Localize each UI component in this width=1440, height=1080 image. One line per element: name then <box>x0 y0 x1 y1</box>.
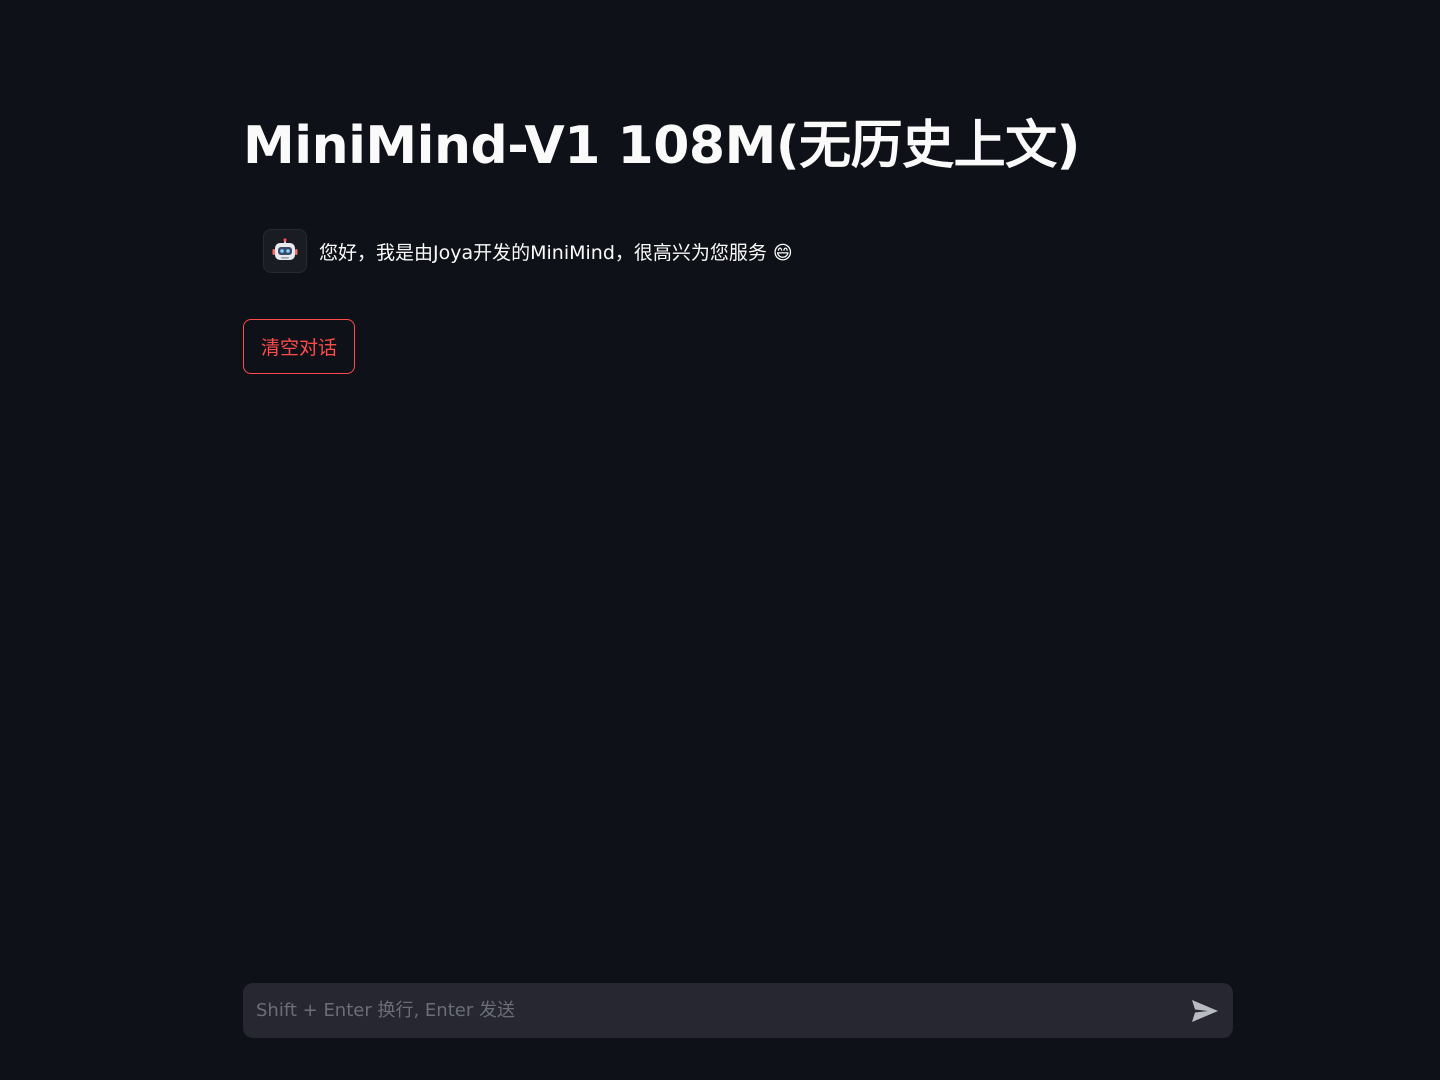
robot-icon-svg <box>272 238 298 260</box>
send-icon <box>1192 999 1218 1022</box>
chat-input-container <box>243 983 1233 1038</box>
clear-chat-button[interactable]: 清空对话 <box>243 319 356 374</box>
chat-message-assistant: 您好，我是由Joya开发的MiniMind，很高兴为您服务 😄 <box>263 228 793 274</box>
app-root: MiniMind-V1 108M(无历史上文) 您好，我是由Joya开发的Min… <box>0 0 1440 1080</box>
robot-icon <box>263 229 307 273</box>
page-title: MiniMind-V1 108M(无历史上文) <box>243 116 1080 176</box>
chat-input[interactable] <box>243 983 1177 1038</box>
chat-message-text: 您好，我是由Joya开发的MiniMind，很高兴为您服务 😄 <box>319 241 793 264</box>
send-button[interactable] <box>1177 983 1233 1038</box>
